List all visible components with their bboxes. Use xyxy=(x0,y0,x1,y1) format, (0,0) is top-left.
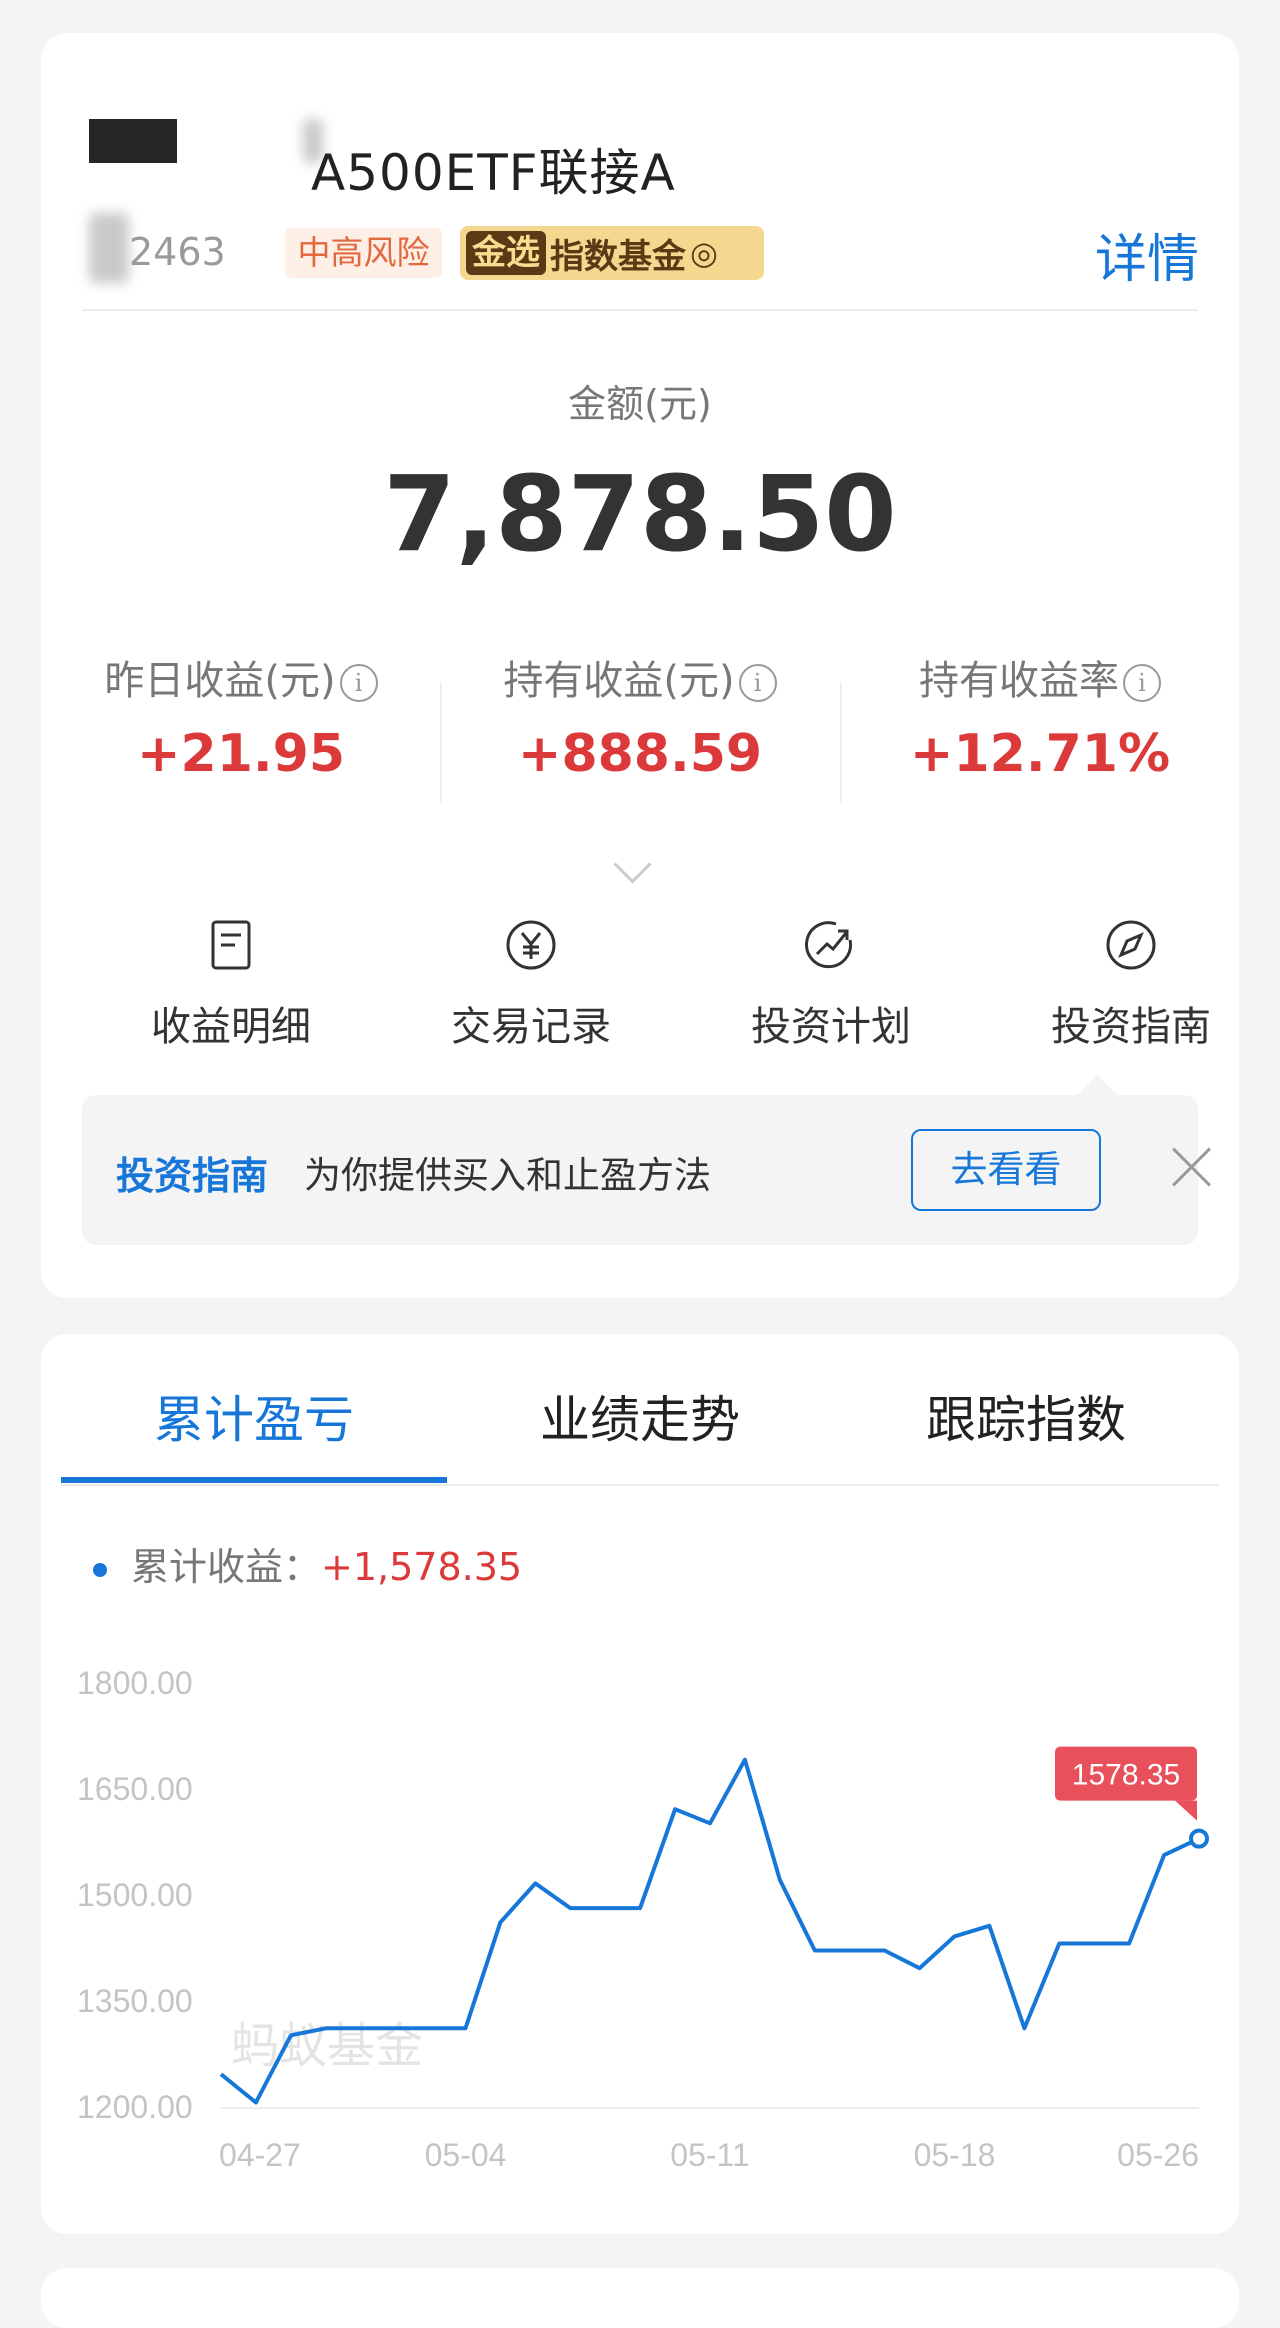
info-icon[interactable]: i xyxy=(738,664,777,702)
trend-up-icon xyxy=(804,918,858,972)
action-label: 投资计划 xyxy=(751,1004,911,1050)
x-tick-label: 05-26 xyxy=(1117,2137,1199,2173)
action-transaction-records[interactable]: 交易记录 xyxy=(381,918,681,1052)
action-investment-plan[interactable]: 投资计划 xyxy=(681,918,981,1052)
info-icon[interactable]: i xyxy=(1123,664,1161,702)
guide-pointer xyxy=(1075,1075,1119,1097)
x-tick-label: 04-27 xyxy=(219,2137,301,2173)
y-tick-label: 1800.00 xyxy=(77,1665,193,1701)
gold-index-fund-badge: 金选 指数基金 ◎ xyxy=(460,226,764,280)
divider xyxy=(82,309,1198,311)
guide-description: 为你提供买入和止盈方法 xyxy=(304,1154,711,1197)
badge-label: 指数基金 xyxy=(550,236,686,277)
fund-name: A500ETF联接A xyxy=(311,144,676,202)
stat-holding-earnings: 持有收益(元) i +888.59 xyxy=(440,648,840,784)
guide-title: 投资指南 xyxy=(116,1154,269,1198)
go-see-button[interactable]: 去看看 xyxy=(911,1129,1101,1211)
detail-link[interactable]: 详情 xyxy=(1095,217,1199,292)
close-icon[interactable] xyxy=(1162,1137,1222,1197)
redacted-code-prefix xyxy=(89,213,129,283)
stat-label: 昨日收益(元) xyxy=(104,658,336,704)
stat-value: +888.59 xyxy=(517,724,763,784)
cumulative-profit-chart[interactable]: 1800.00 1650.00 1500.00 1350.00 1200.00 04-27… xyxy=(41,1334,1239,2234)
amount-value: 7,878.50 xyxy=(383,453,897,575)
stat-holding-return-rate: 持有收益率 i +12.71% xyxy=(840,648,1240,784)
stat-value: +21.95 xyxy=(136,724,346,784)
last-data-point xyxy=(1189,1828,1209,1849)
holding-summary-card: A500ETF联接A 2463 中高风险 金选 指数基金 ◎ 详情 金额(元) … xyxy=(41,33,1239,1298)
x-tick-label: 05-18 xyxy=(914,2137,996,2173)
action-investment-guide[interactable]: 投资指南 xyxy=(981,918,1280,1052)
tooltip-label: 1578.35 xyxy=(1072,1759,1180,1792)
y-tick-label: 1500.00 xyxy=(77,1877,193,1913)
redacted-name-block xyxy=(89,119,177,163)
action-label: 收益明细 xyxy=(151,1004,311,1050)
risk-badge: 中高风险 xyxy=(285,228,442,278)
stat-label: 持有收益(元) xyxy=(503,658,735,704)
y-tick-label: 1650.00 xyxy=(77,1771,193,1807)
target-icon: ◎ xyxy=(690,234,718,272)
stat-label: 持有收益率 xyxy=(919,658,1119,704)
x-tick-label: 05-11 xyxy=(670,2137,749,2173)
y-tick-label: 1200.00 xyxy=(77,2089,193,2125)
investment-guide-banner: 投资指南 为你提供买入和止盈方法 去看看 xyxy=(82,1095,1198,1245)
y-tick-label: 1350.00 xyxy=(77,1983,193,2019)
stat-yesterday-earnings: 昨日收益(元) i +21.95 xyxy=(41,648,441,784)
document-icon xyxy=(204,918,258,972)
amount-label: 金额(元) xyxy=(568,382,712,426)
yuan-circle-icon xyxy=(504,918,558,972)
tooltip-pointer xyxy=(1175,1800,1197,1821)
next-card xyxy=(41,2268,1239,2328)
profit-chart-card: 累计盈亏 业绩走势 跟踪指数 累计收益：+1,578.35 1800.00 165… xyxy=(41,1334,1239,2234)
chevron-down-icon[interactable] xyxy=(613,845,652,884)
info-icon[interactable]: i xyxy=(339,664,378,702)
fund-code: 2463 xyxy=(129,230,226,274)
action-earnings-detail[interactable]: 收益明细 xyxy=(81,918,381,1052)
stat-value: +12.71% xyxy=(909,724,1171,784)
x-tick-label: 05-04 xyxy=(425,2137,507,2173)
action-label: 投资指南 xyxy=(1051,1004,1211,1050)
compass-icon xyxy=(1104,918,1158,972)
gold-label: 金选 xyxy=(466,231,546,275)
action-label: 交易记录 xyxy=(451,1004,611,1050)
